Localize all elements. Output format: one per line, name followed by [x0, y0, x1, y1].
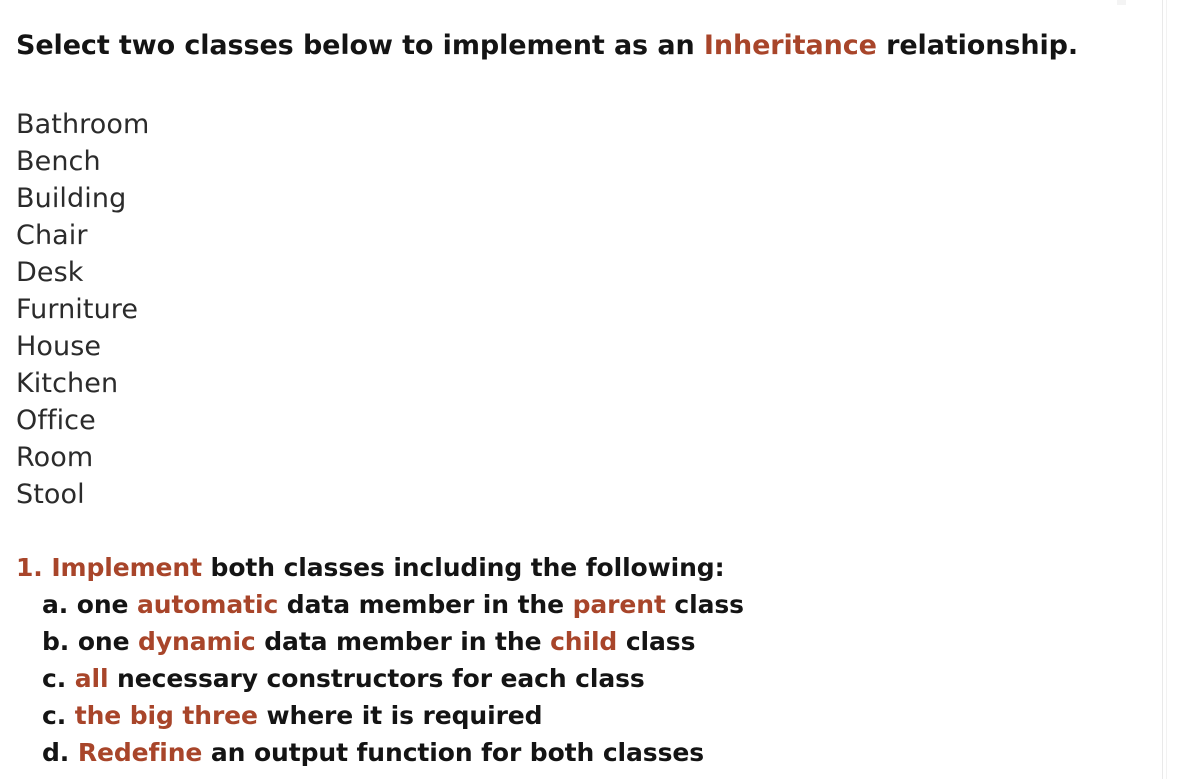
heading-text-after: relationship. — [876, 30, 1078, 61]
requirement-item: 1. Implement both classes including the … — [16, 549, 744, 586]
class-list-item[interactable]: House — [16, 328, 149, 365]
requirement-marker: c. — [42, 701, 67, 730]
requirement-text: one — [76, 590, 138, 619]
slide-heading: Select two classes below to implement as… — [16, 29, 1078, 63]
class-list-item[interactable]: Kitchen — [16, 365, 149, 402]
requirement-text: data member in the — [278, 590, 573, 619]
requirement-text: one — [77, 627, 139, 656]
requirement-sub-item: c. the big three where it is required — [16, 697, 744, 734]
heading-text-before: Select two classes below to implement as… — [16, 30, 704, 61]
class-list-item[interactable]: Desk — [16, 254, 149, 291]
class-list-item[interactable]: Bathroom — [16, 106, 149, 143]
requirement-text: class — [617, 627, 696, 656]
requirement-marker: 1. — [16, 553, 43, 582]
requirement-text: class — [665, 590, 744, 619]
requirement-text: data member in the — [255, 627, 551, 656]
requirement-accent-text: all — [74, 664, 109, 693]
requirement-sub-item: d. Redefine an output function for both … — [16, 734, 744, 771]
requirement-text: where it is required — [257, 701, 543, 730]
right-divider-line — [1162, 0, 1163, 779]
class-name-list: Bathroom Bench Building Chair Desk Furniture H… — [16, 106, 149, 513]
requirement-text: both classes including the following: — [201, 553, 725, 582]
requirement-accent-text: automatic — [137, 590, 279, 619]
requirement-text: necessary constructors for each class — [108, 664, 645, 693]
requirement-text: an output function for both classes — [202, 738, 704, 767]
requirement-marker: a. — [42, 590, 69, 619]
class-list-item[interactable]: Furniture — [16, 291, 149, 328]
requirement-sub-item: c. all necessary constructors for each c… — [16, 660, 744, 697]
heading-accent-inheritance: Inheritance — [703, 30, 877, 61]
requirement-marker: d. — [42, 738, 70, 767]
requirement-accent-text: child — [550, 627, 618, 656]
class-list-item[interactable]: Room — [16, 439, 149, 476]
class-list-item[interactable]: Stool — [16, 476, 149, 513]
corner-tick-mark — [1117, 0, 1126, 5]
requirement-marker: c. — [42, 664, 67, 693]
requirement-accent-text: Redefine — [77, 738, 203, 767]
requirement-sub-item: a. one automatic data member in the pare… — [16, 586, 744, 623]
class-list-item[interactable]: Building — [16, 180, 149, 217]
requirement-accent-text: parent — [572, 590, 666, 619]
requirement-accent-text: the big three — [74, 701, 258, 730]
right-divider-line-secondary — [1166, 0, 1167, 779]
requirement-marker: b. — [42, 627, 70, 656]
requirements-list: 1. Implement both classes including the … — [16, 549, 744, 771]
class-list-item[interactable]: Bench — [16, 143, 149, 180]
class-list-item[interactable]: Office — [16, 402, 149, 439]
requirement-accent-text: Implement — [51, 553, 202, 582]
requirement-accent-text: dynamic — [138, 627, 256, 656]
requirement-sub-item: b. one dynamic data member in the child … — [16, 623, 744, 660]
class-list-item[interactable]: Chair — [16, 217, 149, 254]
slide-root: Select two classes below to implement as… — [0, 0, 1200, 779]
